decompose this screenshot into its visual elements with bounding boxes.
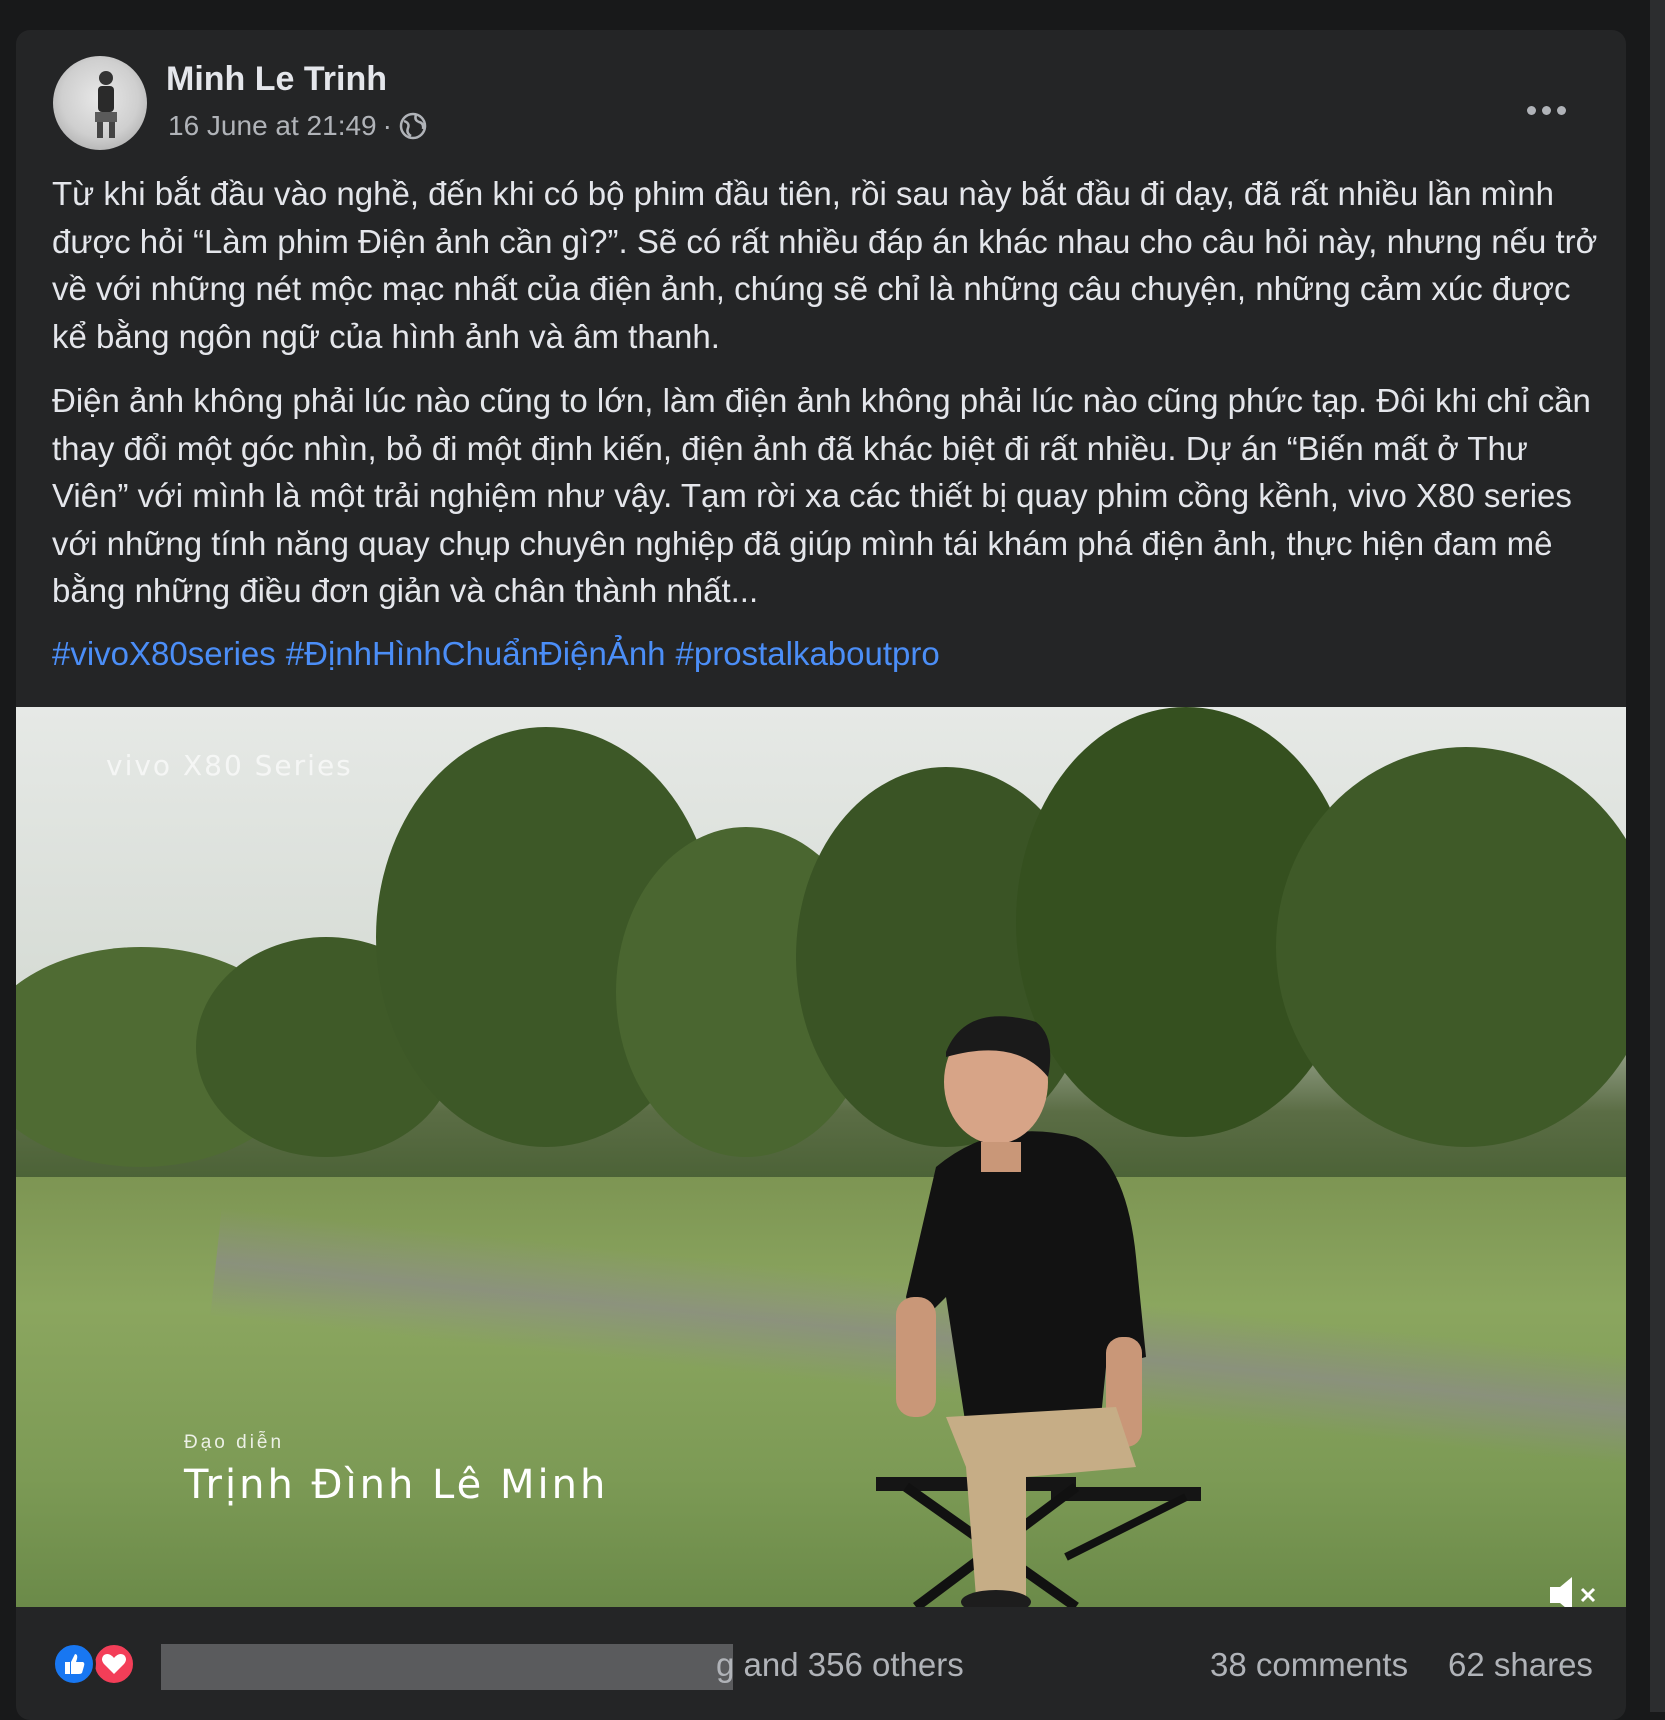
hashtags: #vivoX80series #ĐịnhHìnhChuẩnĐiệnẢnh #pr… [52,635,940,673]
hashtag-link[interactable]: #ĐịnhHìnhChuẩnĐiệnẢnh [286,635,666,673]
tree-shape [1276,747,1626,1147]
post-paragraph: Điện ảnh không phải lúc nào cũng to lớn,… [52,382,1591,609]
post-card: Minh Le Trinh 16 June at 21:49 · Từ khi … [16,30,1626,1720]
speaker-muted-icon[interactable] [1544,1565,1604,1607]
shares-count[interactable]: 62 shares [1448,1646,1593,1684]
post-timestamp[interactable]: 16 June at 21:49 [168,110,377,142]
reactions-count[interactable]: g and 356 others [716,1646,964,1684]
post-header: Minh Le Trinh 16 June at 21:49 · [16,30,1626,160]
more-dot-icon [1556,105,1566,115]
video-watermark: vivo X80 Series [106,749,353,782]
hashtag-link[interactable]: #vivoX80series [52,635,276,673]
love-icon [92,1642,136,1686]
hashtag-link[interactable]: #prostalkaboutpro [676,635,940,673]
author-name[interactable]: Minh Le Trinh [166,60,387,99]
page-edge [1650,0,1665,1712]
redacted-names [161,1644,733,1690]
like-icon [52,1642,96,1686]
more-dot-icon [1526,105,1536,115]
person-figure [876,1016,1201,1607]
more-dot-icon [1541,105,1551,115]
video-caption-label: Đạo diễn [184,1432,285,1453]
reaction-icons[interactable] [52,1640,142,1690]
avatar[interactable] [53,56,147,150]
post-paragraph: Từ khi bắt đầu vào nghề, đến khi có bộ p… [52,175,1598,355]
comments-count[interactable]: 38 comments [1210,1646,1408,1684]
more-options-button[interactable] [1516,90,1576,130]
meta-separator: · [382,110,392,141]
post-meta: 16 June at 21:49 · [168,110,428,142]
post-text: Từ khi bắt đầu vào nghề, đến khi có bộ p… [52,170,1612,632]
globe-icon[interactable] [398,111,428,141]
post-footer: g and 356 others 38 comments 62 shares [16,1640,1626,1700]
video-player[interactable]: vivo X80 Series Đạo diễn Trịnh Đình Lê M… [16,707,1626,1607]
video-caption-name: Trịnh Đình Lê Minh [184,1462,609,1508]
avatar-figure-icon [95,71,117,138]
